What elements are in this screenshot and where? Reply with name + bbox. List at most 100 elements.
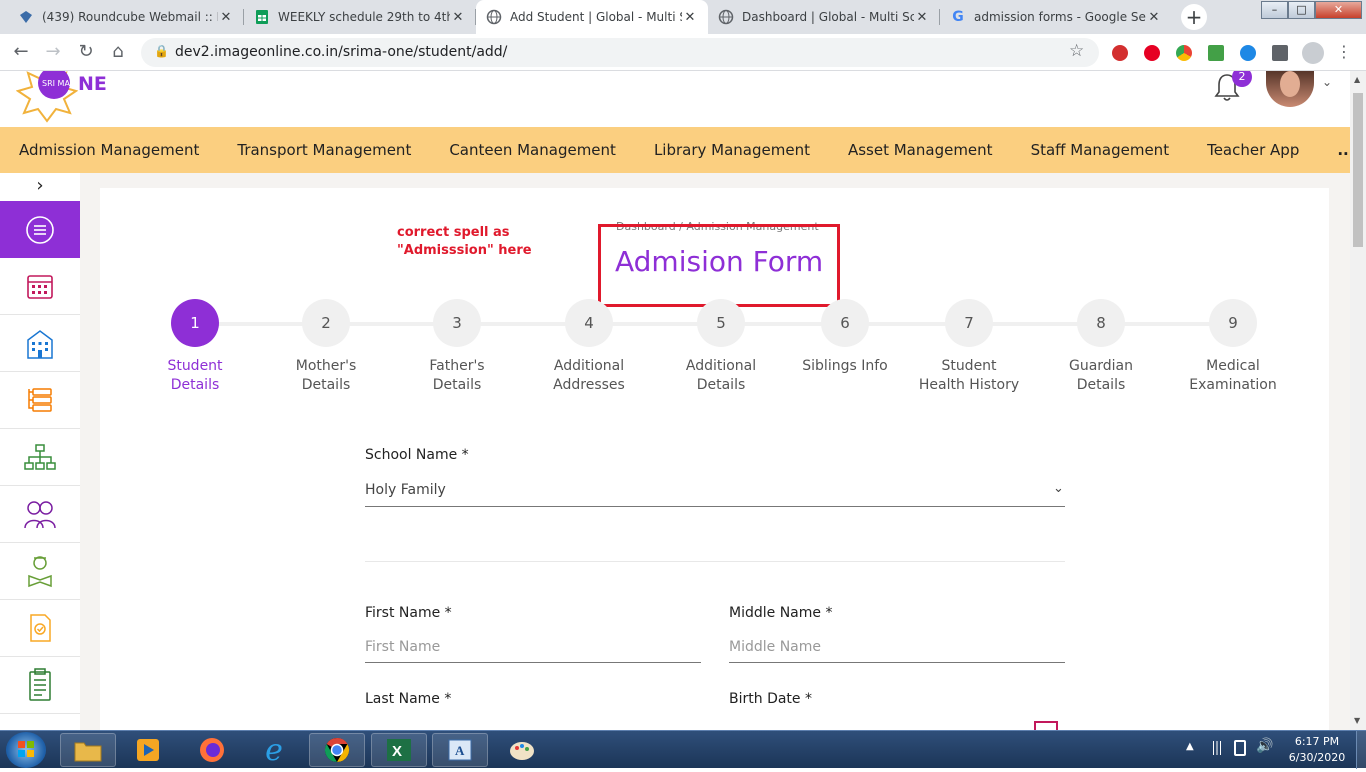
taskbar-paint[interactable] — [494, 733, 550, 767]
pinterest-icon[interactable] — [1144, 45, 1160, 61]
sidebar-item-reports[interactable] — [0, 657, 80, 714]
kebab-menu-icon[interactable]: ⋮ — [1336, 42, 1352, 61]
step-number: 6 — [821, 299, 869, 347]
menu-admission-management[interactable]: Admission Management — [19, 141, 199, 159]
sidebar-item-parents[interactable] — [0, 486, 80, 543]
scroll-down-arrow-icon[interactable]: ▼ — [1354, 716, 1360, 725]
forward-arrow-icon[interactable]: → — [41, 40, 65, 64]
taskbar-firefox[interactable] — [184, 733, 240, 767]
sidebar-item-students[interactable] — [0, 543, 80, 600]
menu-asset-management[interactable]: Asset Management — [848, 141, 993, 159]
minimize-button[interactable]: – — [1261, 1, 1288, 19]
user-avatar[interactable] — [1266, 71, 1314, 107]
step-additional-details[interactable]: 5 Additional Details — [656, 299, 786, 395]
close-icon[interactable]: ✕ — [1146, 10, 1162, 25]
bookmark-star-icon[interactable]: ☆ — [1069, 41, 1084, 61]
section-divider — [365, 561, 1065, 562]
menu-teacher-app[interactable]: Teacher App — [1207, 141, 1299, 159]
menu-transport-management[interactable]: Transport Management — [237, 141, 411, 159]
globe-icon — [486, 9, 502, 25]
step-fathers-details[interactable]: 3 Father's Details — [392, 299, 522, 395]
page-scrollbar[interactable]: ▲ ▼ — [1350, 71, 1366, 730]
scrollbar-thumb[interactable] — [1353, 93, 1363, 247]
tab-google-search[interactable]: G admission forms - Google Search ✕ — [940, 0, 1172, 34]
menu-canteen-management[interactable]: Canteen Management — [449, 141, 616, 159]
puzzle-extensions-icon[interactable] — [1272, 45, 1288, 61]
chevron-down-icon[interactable]: ⌄ — [1322, 75, 1332, 89]
firefox-icon — [200, 738, 224, 762]
taskbar-internet-explorer[interactable]: e — [246, 733, 302, 768]
network-signal-icon[interactable] — [1210, 741, 1224, 755]
tab-weekly-schedule[interactable]: WEEKLY schedule 29th to 4th July ✕ — [244, 0, 476, 34]
tab-add-student[interactable]: Add Student | Global - Multi School ✕ — [476, 0, 708, 34]
taskbar-excel[interactable]: X — [371, 733, 427, 767]
middle-name-input[interactable]: Middle Name — [729, 639, 821, 655]
back-arrow-icon[interactable]: ← — [9, 40, 33, 64]
first-name-input[interactable]: First Name — [365, 639, 440, 655]
step-label: Details — [170, 377, 220, 393]
org-chart-icon — [24, 444, 56, 470]
sidebar-item-menu[interactable] — [0, 201, 80, 258]
step-guardian-details[interactable]: 8 Guardian Details — [1036, 299, 1166, 395]
show-hidden-icons-icon[interactable]: ▲ — [1186, 741, 1194, 752]
taskbar-media-player[interactable] — [120, 733, 176, 767]
home-icon[interactable]: ⌂ — [106, 40, 130, 64]
step-mothers-details[interactable]: 2 Mother's Details — [261, 299, 391, 395]
step-student-details[interactable]: 1 Student Details — [130, 299, 260, 395]
page-viewport: SRI MA NE 2 ⌄ Admission Management Trans… — [0, 71, 1350, 730]
scroll-up-arrow-icon[interactable]: ▲ — [1354, 75, 1360, 84]
menu-library-management[interactable]: Library Management — [654, 141, 810, 159]
step-medical-examination[interactable]: 9 Medical Examination — [1168, 299, 1298, 395]
step-label: Guardian — [1068, 358, 1134, 374]
battery-icon[interactable] — [1234, 740, 1246, 756]
tab-roundcube[interactable]: (439) Roundcube Webmail :: Inbox ✕ — [8, 0, 244, 34]
close-window-button[interactable]: ✕ — [1315, 1, 1362, 19]
step-label: Details — [1076, 377, 1126, 393]
calendar-picker-icon[interactable] — [1034, 721, 1058, 730]
reload-icon[interactable]: ↻ — [74, 40, 98, 64]
tab-dashboard[interactable]: Dashboard | Global - Multi School ✕ — [708, 0, 940, 34]
taskbar-clock[interactable]: 6:17 PM 6/30/2020 — [1282, 734, 1352, 766]
cart-extension-icon[interactable] — [1208, 45, 1224, 61]
school-name-select[interactable]: Holy Family ⌄ — [365, 475, 1065, 507]
sidebar-item-school[interactable] — [0, 315, 80, 372]
new-tab-button[interactable]: + — [1181, 4, 1207, 30]
sidebar-item-hierarchy[interactable] — [0, 429, 80, 486]
sidebar-item-documents[interactable] — [0, 600, 80, 657]
step-student-health-history[interactable]: 7 Student Health History — [904, 299, 1034, 395]
taskbar-file-explorer[interactable] — [60, 733, 116, 767]
google-icon: G — [952, 9, 964, 25]
close-icon[interactable]: ✕ — [914, 10, 930, 25]
annotation-line: correct spell as — [397, 225, 510, 240]
excel-icon: X — [387, 739, 411, 761]
step-label: Medical — [1206, 358, 1260, 374]
sidebar-item-calendar[interactable] — [0, 258, 80, 315]
tab-title: (439) Roundcube Webmail :: Inbox — [42, 10, 218, 24]
taskbar-chrome[interactable] — [309, 733, 365, 767]
menu-more[interactable]: ... — [1337, 141, 1350, 159]
speaker-icon[interactable]: 🔊 — [1256, 738, 1273, 754]
globe-extension-icon[interactable] — [1240, 45, 1256, 61]
adblock-icon[interactable] — [1112, 45, 1128, 61]
step-label: Addresses — [553, 377, 625, 393]
step-additional-addresses[interactable]: 4 Additional Addresses — [524, 299, 654, 395]
profile-avatar-icon[interactable] — [1302, 42, 1324, 64]
srima-logo[interactable]: SRI MA — [15, 71, 79, 123]
main-menu-bar: Admission Management Transport Managemen… — [0, 127, 1350, 173]
browser-toolbar: ← → ↻ ⌂ 🔒 dev2.imageonline.co.in/srima-o… — [0, 34, 1366, 71]
close-icon[interactable]: ✕ — [450, 10, 466, 25]
show-desktop-button[interactable] — [1356, 731, 1366, 769]
address-bar[interactable]: 🔒 dev2.imageonline.co.in/srima-one/stude… — [141, 38, 1099, 67]
windows-logo-icon — [18, 741, 34, 757]
close-icon[interactable]: ✕ — [218, 10, 234, 25]
maximize-button[interactable]: □ — [1288, 1, 1315, 19]
menu-staff-management[interactable]: Staff Management — [1031, 141, 1170, 159]
step-siblings-info[interactable]: 6 Siblings Info — [780, 299, 910, 376]
chrome-extension-icon[interactable] — [1176, 45, 1192, 61]
close-icon[interactable]: ✕ — [682, 10, 698, 25]
taskbar-wordpad[interactable]: A — [432, 733, 488, 767]
step-number: 8 — [1077, 299, 1125, 347]
sidebar-item-structure[interactable] — [0, 372, 80, 429]
sidebar-toggle-icon[interactable]: › — [0, 173, 80, 201]
start-button[interactable] — [6, 732, 46, 768]
